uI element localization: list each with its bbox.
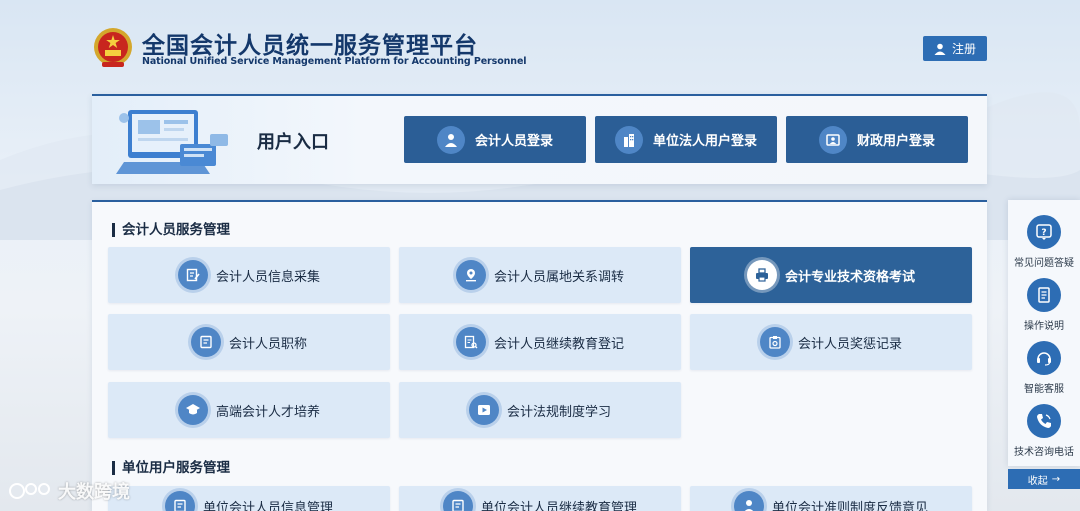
login-label: 单位法人用户登录 bbox=[652, 134, 757, 149]
card-info-collection[interactable]: 会计人员信息采集 bbox=[108, 247, 390, 303]
user-icon bbox=[733, 491, 764, 511]
card-label: 会计人员职称 bbox=[228, 336, 307, 352]
sidebar-item-tech-phone[interactable]: 技术咨询电话 bbox=[1008, 404, 1080, 458]
card-label: 单位会计人员信息管理 bbox=[202, 500, 333, 511]
card-label: 会计人员信息采集 bbox=[215, 269, 320, 285]
manual-icon bbox=[1027, 278, 1061, 312]
card-talent-training[interactable]: 高端会计人才培养 bbox=[108, 382, 390, 438]
sidebar-item-label: 常见问题答疑 bbox=[1014, 258, 1074, 269]
printer-icon bbox=[746, 260, 777, 290]
watermark-logo-icon bbox=[9, 483, 50, 499]
site-subtitle: National Unified Service Management Plat… bbox=[142, 56, 527, 67]
card-label: 会计人员继续教育登记 bbox=[493, 336, 624, 352]
svg-text:?: ? bbox=[1041, 228, 1046, 238]
edit-form-icon bbox=[177, 260, 208, 290]
card-label: 单位会计人员继续教育管理 bbox=[480, 500, 637, 511]
collapse-label: 收起 bbox=[1027, 475, 1048, 487]
question-icon: ? bbox=[1027, 215, 1061, 249]
phone-icon bbox=[1027, 404, 1061, 438]
services-panel: 会计人员服务管理 会计人员信息采集 会计人员属地关系调转 会计专业技术资格考试 … bbox=[92, 200, 987, 511]
sidebar-item-label: 技术咨询电话 bbox=[1014, 447, 1074, 458]
card-label: 会计专业技术资格考试 bbox=[784, 269, 915, 285]
graduation-cap-icon bbox=[177, 395, 208, 425]
accountant-login-button[interactable]: 会计人员登录 bbox=[404, 116, 586, 163]
register-label: 注册 bbox=[951, 42, 976, 56]
sidebar-item-label: 操作说明 bbox=[1024, 321, 1064, 332]
user-icon bbox=[934, 43, 946, 55]
finance-login-button[interactable]: 财政用户登录 bbox=[786, 116, 968, 163]
card-territorial-transfer[interactable]: 会计人员属地关系调转 bbox=[399, 247, 681, 303]
search-document-icon bbox=[455, 327, 486, 357]
building-icon bbox=[614, 125, 643, 154]
card-label: 会计法规制度学习 bbox=[506, 404, 611, 420]
card-unit-personnel-info[interactable]: 单位会计人员信息管理 bbox=[108, 486, 390, 511]
site-header: 全国会计人员统一服务管理平台 National Unified Service … bbox=[92, 24, 987, 74]
document-icon bbox=[442, 491, 473, 511]
sidebar-item-customer-service[interactable]: 智能客服 bbox=[1008, 341, 1080, 395]
document-icon bbox=[190, 327, 221, 357]
card-qualification-exam[interactable]: 会计专业技术资格考试 bbox=[690, 247, 972, 303]
clipboard-icon bbox=[759, 327, 790, 357]
location-icon bbox=[455, 260, 486, 290]
watermark-text: 大数跨境 bbox=[58, 482, 130, 503]
user-entry-title: 用户入口 bbox=[257, 132, 329, 153]
register-button[interactable]: 注册 bbox=[923, 36, 987, 61]
card-label: 会计人员属地关系调转 bbox=[493, 269, 624, 285]
site-title: 全国会计人员统一服务管理平台 bbox=[142, 33, 478, 59]
login-label: 财政用户登录 bbox=[856, 134, 935, 149]
sidebar-item-faq[interactable]: ? 常见问题答疑 bbox=[1008, 215, 1080, 269]
arrow-right-icon: → bbox=[1051, 473, 1061, 485]
headset-icon bbox=[1027, 341, 1061, 375]
section-title: 会计人员服务管理 bbox=[112, 223, 230, 237]
card-label: 单位会计准则制度反馈意见 bbox=[771, 500, 928, 511]
card-unit-standards-feedback[interactable]: 单位会计准则制度反馈意见 bbox=[690, 486, 972, 511]
document-icon bbox=[164, 491, 195, 511]
id-card-icon bbox=[818, 125, 847, 154]
entity-login-button[interactable]: 单位法人用户登录 bbox=[595, 116, 777, 163]
card-regulations-study[interactable]: 会计法规制度学习 bbox=[399, 382, 681, 438]
sidebar-item-manual[interactable]: 操作说明 bbox=[1008, 278, 1080, 332]
section-title: 单位用户服务管理 bbox=[112, 461, 230, 475]
user-icon bbox=[436, 125, 465, 154]
card-label: 会计人员奖惩记录 bbox=[797, 336, 902, 352]
card-unit-continuing-education[interactable]: 单位会计人员继续教育管理 bbox=[399, 486, 681, 511]
card-professional-title[interactable]: 会计人员职称 bbox=[108, 314, 390, 370]
card-rewards-penalties[interactable]: 会计人员奖惩记录 bbox=[690, 314, 972, 370]
computer-illustration bbox=[116, 110, 228, 174]
login-label: 会计人员登录 bbox=[474, 134, 553, 149]
collapse-button[interactable]: 收起 → bbox=[1008, 469, 1080, 489]
sidebar-item-label: 智能客服 bbox=[1024, 384, 1064, 395]
user-entry-panel: 用户入口 会计人员登录 单位法人用户登录 财政用户登录 bbox=[92, 94, 987, 184]
card-label: 高端会计人才培养 bbox=[215, 404, 320, 420]
national-emblem-icon bbox=[94, 28, 132, 67]
floating-help-sidebar: ? 常见问题答疑 操作说明 智能客服 技术咨询电话 bbox=[1008, 200, 1080, 466]
play-icon bbox=[468, 395, 499, 425]
card-continuing-education[interactable]: 会计人员继续教育登记 bbox=[399, 314, 681, 370]
watermark: 大数跨境 bbox=[8, 478, 130, 504]
